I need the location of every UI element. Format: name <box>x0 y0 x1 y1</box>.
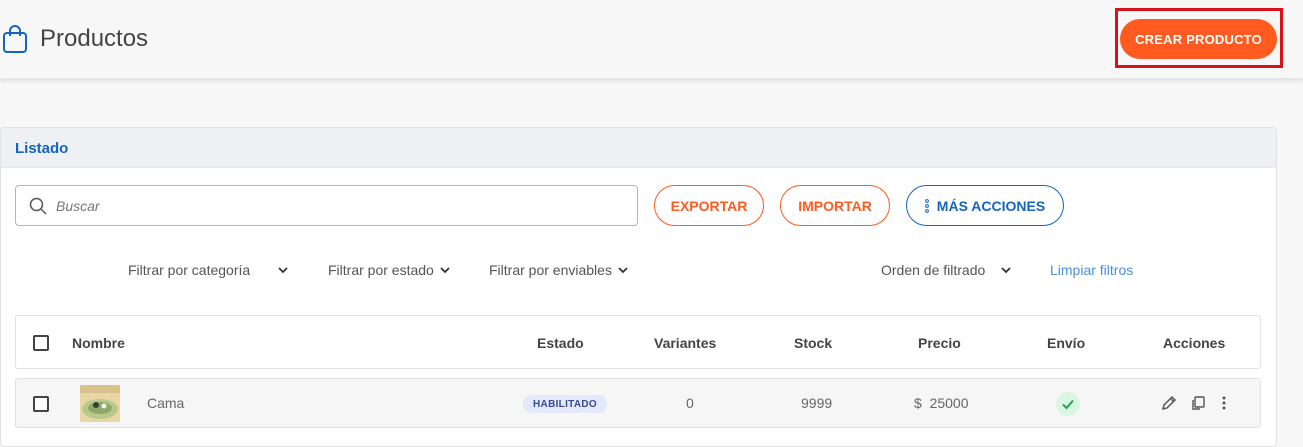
filter-category[interactable]: Filtrar por categoría <box>128 262 288 278</box>
search-box[interactable] <box>15 185 638 226</box>
column-header-shipping[interactable]: Envío <box>1047 335 1085 351</box>
table-header: Nombre Estado Variantes Stock Precio Env… <box>15 315 1261 369</box>
clear-filters-link[interactable]: Limpiar filtros <box>1050 262 1133 278</box>
chevron-down-icon <box>278 267 288 274</box>
column-header-status[interactable]: Estado <box>537 335 584 351</box>
column-header-price[interactable]: Precio <box>918 335 961 351</box>
product-stock: 9999 <box>801 395 833 411</box>
filter-status[interactable]: Filtrar por estado <box>328 262 450 278</box>
product-thumbnail <box>80 385 120 422</box>
export-button[interactable]: EXPORTAR <box>654 185 764 226</box>
more-options-icon[interactable] <box>1216 395 1232 411</box>
page-title: Productos <box>40 25 149 52</box>
filter-shippable[interactable]: Filtrar por enviables <box>489 262 628 278</box>
more-actions-button[interactable]: MÁS ACCIONES <box>906 185 1064 226</box>
filter-status-label: Filtrar por estado <box>328 262 434 278</box>
product-name[interactable]: Cama <box>147 395 184 411</box>
filter-category-label: Filtrar por categoría <box>128 262 251 278</box>
create-product-button[interactable]: CREAR PRODUCTO <box>1120 19 1277 59</box>
search-input[interactable] <box>56 194 616 218</box>
card-header: Listado <box>1 128 1276 168</box>
chevron-down-icon <box>1001 267 1011 274</box>
shopping-bag-icon <box>3 25 27 53</box>
row-checkbox[interactable] <box>33 396 49 412</box>
table-row[interactable]: Cama HABILITADO 0 9999 $ 25000 <box>15 378 1261 428</box>
edit-pencil-icon[interactable] <box>1161 395 1177 411</box>
filter-order-label: Orden de filtrado <box>881 262 986 278</box>
column-header-actions: Acciones <box>1163 335 1226 351</box>
search-icon <box>29 197 47 215</box>
shipping-check-badge <box>1056 392 1080 416</box>
column-header-stock[interactable]: Stock <box>794 335 832 351</box>
product-price: $ 25000 <box>914 395 969 411</box>
duplicate-icon[interactable] <box>1190 395 1206 411</box>
select-all-checkbox[interactable] <box>33 335 49 351</box>
chevron-down-icon <box>440 267 450 274</box>
vertical-dots-icon <box>924 198 929 213</box>
import-button[interactable]: IMPORTAR <box>780 185 890 226</box>
status-badge: HABILITADO <box>523 395 607 413</box>
card-title: Listado <box>15 140 69 157</box>
listado-card: Listado EXPORTAR IMPORTAR MÁS ACCIONES F… <box>0 127 1277 447</box>
filter-order[interactable]: Orden de filtrado <box>881 262 1011 278</box>
product-variants: 0 <box>686 395 694 411</box>
column-header-variants[interactable]: Variantes <box>654 335 716 351</box>
filter-shippable-label: Filtrar por enviables <box>489 262 612 278</box>
check-icon <box>1062 399 1074 410</box>
more-actions-label: MÁS ACCIONES <box>936 197 1046 214</box>
page-header: Productos CREAR PRODUCTO <box>0 0 1303 79</box>
chevron-down-icon <box>618 267 628 274</box>
column-header-name[interactable]: Nombre <box>72 335 125 351</box>
